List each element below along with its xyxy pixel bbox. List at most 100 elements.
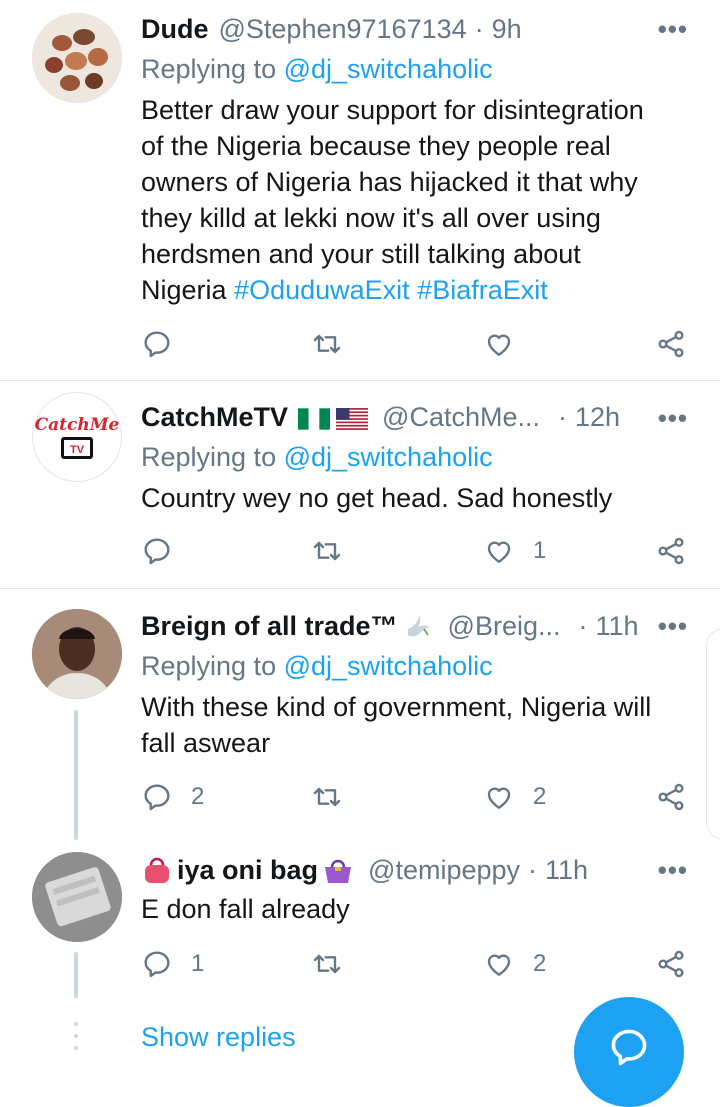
timestamp[interactable]: 11h bbox=[545, 855, 588, 886]
separator: · bbox=[557, 401, 567, 432]
like-button[interactable]: 1 bbox=[483, 533, 546, 569]
retweet-icon bbox=[313, 541, 341, 561]
hashtag[interactable]: #BiafraExit bbox=[417, 275, 548, 305]
like-icon bbox=[487, 541, 511, 563]
separator: · bbox=[578, 610, 588, 641]
handbag-icon bbox=[141, 855, 173, 885]
thread-dots bbox=[74, 1022, 78, 1058]
like-button[interactable] bbox=[483, 326, 533, 362]
avatar[interactable]: CatchMe TV bbox=[32, 392, 122, 482]
replying-to-link[interactable]: @dj_switchaholic bbox=[284, 651, 493, 681]
share-button[interactable] bbox=[655, 779, 687, 815]
replying-prefix: Replying to bbox=[141, 54, 277, 84]
nigeria-flag-icon bbox=[298, 406, 331, 430]
retweet-button[interactable] bbox=[311, 779, 361, 815]
text-line: they killd at lekki now it's all over us… bbox=[141, 203, 601, 233]
tweet-3[interactable]: Breign of all trade™ @Breig... · 11h •••… bbox=[0, 589, 720, 839]
purse-icon bbox=[322, 855, 354, 885]
reply-icon bbox=[144, 784, 170, 811]
separator: · bbox=[474, 13, 484, 44]
like-icon bbox=[487, 787, 511, 809]
more-icon[interactable]: ••• bbox=[658, 14, 688, 45]
tweet-header: iya oni bag @temipeppy · 11h bbox=[141, 853, 720, 887]
timestamp[interactable]: 12h bbox=[575, 402, 620, 433]
reply-button[interactable] bbox=[141, 326, 191, 362]
dove-icon bbox=[404, 611, 434, 641]
avatar[interactable] bbox=[32, 13, 122, 103]
like-icon bbox=[487, 954, 511, 976]
reply-button[interactable]: 2 bbox=[141, 779, 204, 815]
user-handle[interactable]: @Breig... bbox=[448, 611, 561, 642]
avatar[interactable] bbox=[32, 852, 122, 942]
text-line: Better draw your support for disintegrat… bbox=[141, 95, 644, 125]
show-replies-link[interactable]: Show replies bbox=[141, 1022, 296, 1053]
user-handle[interactable]: @CatchMe... bbox=[382, 402, 540, 433]
reply-icon bbox=[144, 538, 170, 565]
tweet-4[interactable]: iya oni bag @temipeppy · 11h ••• E don f… bbox=[0, 839, 720, 1009]
user-handle[interactable]: @Stephen97167134 bbox=[219, 14, 467, 45]
replying-prefix: Replying to bbox=[141, 651, 277, 681]
tweet-text: Better draw your support for disintegrat… bbox=[141, 92, 686, 308]
more-icon[interactable]: ••• bbox=[658, 403, 688, 434]
replying-to: Replying to @dj_switchaholic bbox=[141, 442, 493, 473]
usa-flag-icon bbox=[336, 406, 369, 430]
replying-to-link[interactable]: @dj_switchaholic bbox=[284, 442, 493, 472]
share-icon bbox=[658, 783, 684, 811]
more-icon[interactable]: ••• bbox=[658, 611, 688, 642]
tv-label: TV bbox=[69, 444, 85, 456]
display-name[interactable]: iya oni bag bbox=[177, 855, 318, 886]
replying-to: Replying to @dj_switchaholic bbox=[141, 651, 493, 682]
user-handle[interactable]: @temipeppy bbox=[368, 855, 520, 886]
replying-prefix: Replying to bbox=[141, 442, 277, 472]
text-line: herdsmen and your still talking about bbox=[141, 239, 581, 269]
tweet-actions: 1 2 bbox=[141, 946, 691, 982]
tweet-text: With these kind of government, Nigeria w… bbox=[141, 689, 686, 761]
share-icon bbox=[658, 537, 684, 565]
display-name[interactable]: Breign of all trade™ bbox=[141, 611, 398, 642]
share-button[interactable] bbox=[655, 946, 687, 982]
reply-button[interactable] bbox=[141, 533, 191, 569]
text-line-last: Nigeria #OduduwaExit #BiafraExit bbox=[141, 272, 686, 308]
retweet-icon bbox=[313, 954, 341, 974]
tweet-1[interactable]: Dude @Stephen97167134 · 9h ••• Replying … bbox=[0, 0, 720, 380]
share-button[interactable] bbox=[655, 326, 687, 362]
timestamp[interactable]: 9h bbox=[492, 14, 522, 45]
tweet-actions bbox=[141, 326, 691, 362]
retweet-button[interactable] bbox=[311, 326, 361, 362]
like-count: 2 bbox=[533, 950, 547, 977]
compose-button[interactable] bbox=[574, 997, 684, 1107]
tweet-actions: 1 bbox=[141, 533, 691, 569]
tweet-text: E don fall already bbox=[141, 894, 350, 924]
thread-line bbox=[74, 952, 78, 998]
like-count: 1 bbox=[533, 537, 547, 564]
reply-button[interactable]: 1 bbox=[141, 946, 204, 982]
display-name[interactable]: CatchMeTV bbox=[141, 402, 288, 433]
tweet-2[interactable]: CatchMe TV CatchMeTV @CatchMe... · 12h •… bbox=[0, 381, 720, 588]
share-icon bbox=[658, 330, 684, 358]
timestamp[interactable]: 11h bbox=[596, 611, 639, 642]
reply-icon bbox=[144, 951, 170, 978]
separator: · bbox=[528, 854, 538, 885]
like-icon bbox=[487, 334, 511, 356]
replying-to: Replying to @dj_switchaholic bbox=[141, 54, 493, 85]
tweet-actions: 2 2 bbox=[141, 779, 691, 815]
tweet-header: Dude @Stephen97167134 · 9h bbox=[141, 12, 720, 46]
retweet-button[interactable] bbox=[311, 946, 361, 982]
hashtag[interactable]: #OduduwaExit bbox=[234, 275, 410, 305]
tv-icon: TV bbox=[61, 437, 93, 459]
like-button[interactable]: 2 bbox=[483, 779, 546, 815]
avatar[interactable] bbox=[32, 609, 122, 699]
retweet-button[interactable] bbox=[311, 533, 361, 569]
tweet-header: Breign of all trade™ @Breig... · 11h bbox=[141, 609, 720, 643]
scroll-handle[interactable] bbox=[706, 628, 720, 840]
text-line: With these kind of government, Nigeria w… bbox=[141, 692, 652, 722]
display-name[interactable]: Dude bbox=[141, 14, 209, 45]
thread-line bbox=[74, 710, 78, 840]
more-icon[interactable]: ••• bbox=[658, 855, 688, 886]
replying-to-link[interactable]: @dj_switchaholic bbox=[284, 54, 493, 84]
text-line: fall aswear bbox=[141, 728, 271, 758]
tweet-text: Country wey no get head. Sad honestly bbox=[141, 483, 613, 513]
like-button[interactable]: 2 bbox=[483, 946, 546, 982]
share-button[interactable] bbox=[655, 533, 687, 569]
text-line: of the Nigeria because they people real bbox=[141, 131, 611, 161]
